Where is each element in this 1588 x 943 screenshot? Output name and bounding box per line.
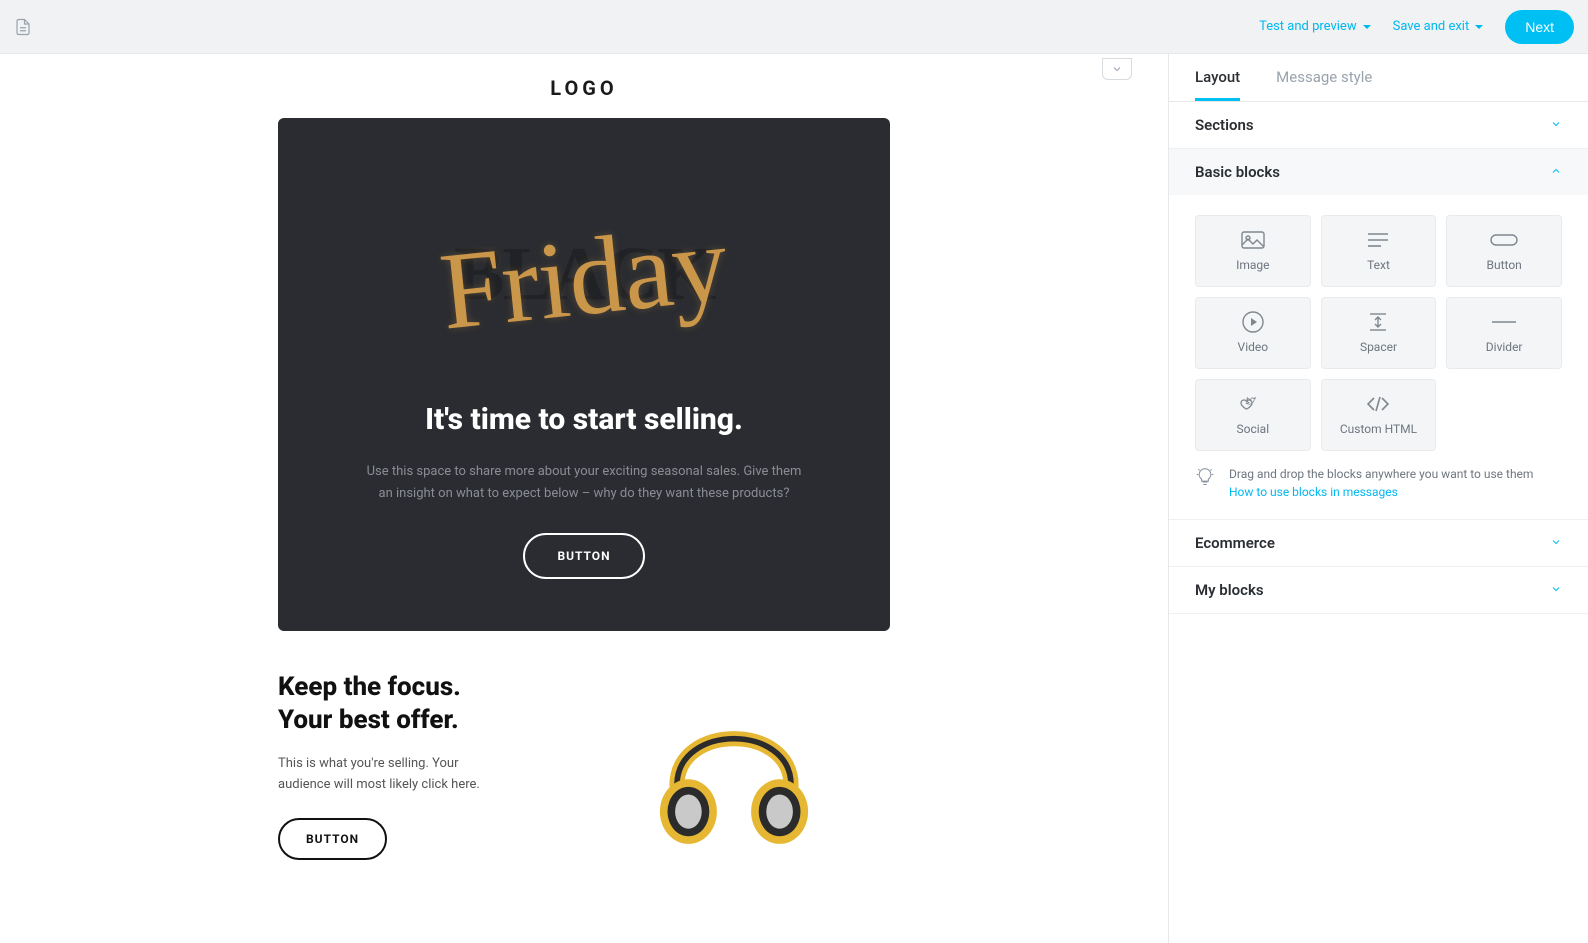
- block-image-label: Image: [1236, 258, 1269, 272]
- my-blocks-label: My blocks: [1195, 581, 1264, 599]
- block-text-label: Text: [1367, 258, 1390, 272]
- sections-label: Sections: [1195, 116, 1254, 134]
- save-file-icon[interactable]: [14, 18, 32, 36]
- blocks-hint: Drag and drop the blocks anywhere you wa…: [1169, 465, 1588, 519]
- test-preview-link[interactable]: Test and preview: [1259, 19, 1371, 34]
- spacer-icon: [1368, 312, 1388, 332]
- caret-down-icon: [1475, 25, 1483, 29]
- chevron-down-icon: [1550, 583, 1562, 598]
- accordion-sections-header[interactable]: Sections: [1169, 102, 1588, 148]
- text-icon: [1367, 230, 1389, 250]
- save-exit-label: Save and exit: [1393, 19, 1470, 34]
- block-button-label: Button: [1487, 258, 1522, 272]
- divider-icon: [1491, 312, 1517, 332]
- block-social-label: Social: [1237, 422, 1270, 436]
- tab-layout[interactable]: Layout: [1195, 54, 1240, 101]
- block-spacer-label: Spacer: [1360, 340, 1397, 354]
- image-icon: [1241, 230, 1265, 250]
- chevron-down-icon: [1550, 118, 1562, 133]
- accordion-my-blocks-header[interactable]: My blocks: [1169, 567, 1588, 613]
- video-icon: [1242, 312, 1264, 332]
- sidebar-tabs: Layout Message style: [1169, 54, 1588, 102]
- block-spacer[interactable]: Spacer: [1321, 297, 1437, 369]
- block-custom-html-label: Custom HTML: [1340, 422, 1417, 436]
- hint-link[interactable]: How to use blocks in messages: [1229, 483, 1533, 501]
- offer-image[interactable]: [577, 671, 890, 861]
- hero-button[interactable]: BUTTON: [523, 533, 644, 579]
- block-divider[interactable]: Divider: [1446, 297, 1562, 369]
- chevron-down-icon: [1550, 536, 1562, 551]
- block-button[interactable]: Button: [1446, 215, 1562, 287]
- test-preview-label: Test and preview: [1259, 19, 1357, 34]
- accordion-basic-blocks: Basic blocks Image Text: [1169, 149, 1588, 520]
- next-button[interactable]: Next: [1505, 10, 1574, 44]
- button-icon: [1490, 230, 1518, 250]
- block-video-label: Video: [1238, 340, 1269, 354]
- caret-down-icon: [1363, 25, 1371, 29]
- block-text[interactable]: Text: [1321, 215, 1437, 287]
- blocks-grid: Image Text Button: [1169, 195, 1588, 465]
- hint-text: Drag and drop the blocks anywhere you wa…: [1229, 465, 1533, 483]
- offer-section[interactable]: Keep the focus. Your best offer. This is…: [234, 631, 934, 871]
- accordion-sections: Sections: [1169, 102, 1588, 149]
- accordion-my-blocks: My blocks: [1169, 567, 1588, 614]
- email-canvas[interactable]: LOGO BLACK Friday It's time to start sel…: [0, 54, 1168, 943]
- hero-image[interactable]: BLACK Friday: [322, 174, 846, 374]
- lightbulb-icon: [1195, 467, 1215, 491]
- canvas-collapse-toggle[interactable]: [1102, 58, 1132, 80]
- block-video[interactable]: Video: [1195, 297, 1311, 369]
- accordion-basic-blocks-header[interactable]: Basic blocks: [1169, 149, 1588, 195]
- sidebar: Layout Message style Sections Basic bloc…: [1168, 54, 1588, 943]
- tab-message-style[interactable]: Message style: [1276, 54, 1372, 101]
- block-custom-html[interactable]: Custom HTML: [1321, 379, 1437, 451]
- block-divider-label: Divider: [1486, 340, 1523, 354]
- save-exit-link[interactable]: Save and exit: [1393, 19, 1484, 34]
- hero-subtext[interactable]: Use this space to share more about your …: [364, 461, 804, 505]
- accordion-ecommerce-header[interactable]: Ecommerce: [1169, 520, 1588, 566]
- ecommerce-label: Ecommerce: [1195, 534, 1275, 552]
- basic-blocks-label: Basic blocks: [1195, 163, 1280, 181]
- code-icon: [1366, 394, 1390, 414]
- block-social[interactable]: Social: [1195, 379, 1311, 451]
- topbar: Test and preview Save and exit Next: [0, 0, 1588, 54]
- offer-button[interactable]: BUTTON: [278, 818, 387, 860]
- logo-placeholder[interactable]: LOGO: [234, 54, 934, 118]
- block-image[interactable]: Image: [1195, 215, 1311, 287]
- accordion-ecommerce: Ecommerce: [1169, 520, 1588, 567]
- friday-script: Friday: [435, 199, 734, 355]
- headphones-icon: [639, 671, 829, 861]
- hero-heading[interactable]: It's time to start selling.: [322, 402, 846, 437]
- chevron-up-icon: [1550, 165, 1562, 180]
- offer-text[interactable]: This is what you're selling. Your audien…: [278, 754, 508, 796]
- offer-title-2[interactable]: Your best offer.: [278, 704, 547, 737]
- social-icon: [1239, 394, 1267, 414]
- offer-title-1[interactable]: Keep the focus.: [278, 671, 547, 704]
- hero-block[interactable]: BLACK Friday It's time to start selling.…: [278, 118, 890, 631]
